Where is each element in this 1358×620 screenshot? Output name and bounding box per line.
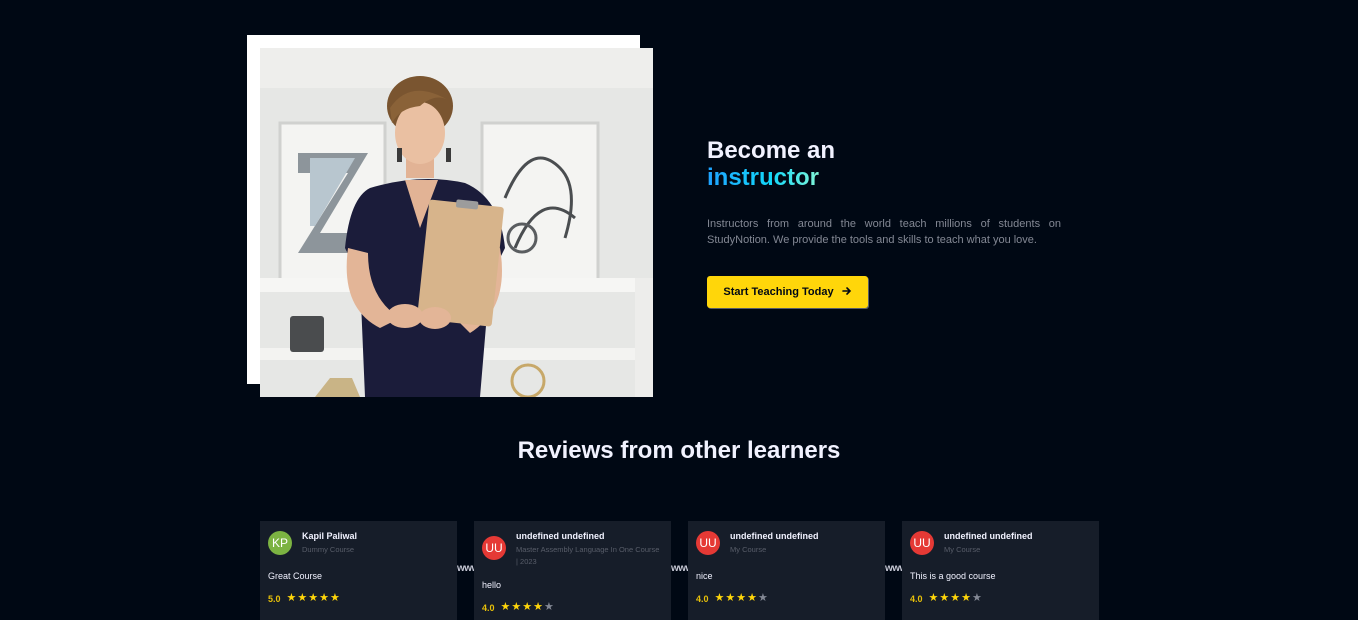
avatar: UU	[482, 536, 506, 560]
heading-line-1: Become an	[707, 137, 836, 164]
avatar: KP	[268, 531, 292, 555]
review-card: KP Kapil Paliwal Dummy Course Great Cour…	[260, 521, 457, 620]
instructor-description: Instructors from around the world teach …	[707, 218, 1061, 246]
heading-highlight: instructor	[707, 164, 835, 191]
review-card: UU undefined undefined My Course This is…	[902, 521, 1099, 620]
rating: 4.0 ★★★★★	[482, 602, 663, 613]
review-text: nice	[696, 571, 713, 581]
avatar: UU	[910, 531, 934, 555]
course-name: My Course	[730, 545, 767, 554]
arrow-right-icon	[841, 286, 852, 298]
start-teaching-label: Start Teaching Today	[723, 286, 834, 298]
star-rating: ★★★★★	[286, 592, 341, 604]
rating-score: 4.0	[482, 602, 495, 613]
start-teaching-button[interactable]: Start Teaching Today	[707, 276, 868, 308]
reviewer-name: Kapil Paliwal	[302, 531, 358, 541]
review-text: Great Course	[268, 571, 323, 581]
course-name: Master Assembly Language In One Course |…	[516, 545, 660, 566]
avatar: UU	[696, 531, 720, 555]
star-rating: ★★★★★	[500, 601, 555, 613]
reviews-heading: Reviews from other learners	[517, 437, 841, 464]
instructor-photo	[260, 48, 653, 397]
star-rating: ★★★★★	[928, 592, 983, 604]
reviewer-name: undefined undefined	[944, 531, 1033, 541]
rating-score: 5.0	[268, 593, 281, 604]
rating: 4.0 ★★★★★	[696, 593, 877, 604]
review-text: hello	[482, 580, 502, 590]
rating: 4.0 ★★★★★	[910, 593, 1091, 604]
rating-score: 4.0	[696, 593, 709, 604]
rating-score: 4.0	[910, 593, 923, 604]
review-text: This is a good course	[910, 571, 996, 581]
star-rating: ★★★★★	[714, 592, 769, 604]
become-instructor-heading: Become an instructor	[707, 137, 835, 191]
rating: 5.0 ★★★★★	[268, 593, 449, 604]
review-card: UU undefined undefined Master Assembly L…	[474, 521, 671, 620]
course-name: My Course	[944, 545, 981, 554]
course-name: Dummy Course	[302, 545, 355, 554]
review-card: UU undefined undefined My Course nice 4.…	[688, 521, 885, 620]
reviewer-name: undefined undefined	[730, 531, 819, 541]
reviewer-name: undefined undefined	[516, 531, 605, 541]
